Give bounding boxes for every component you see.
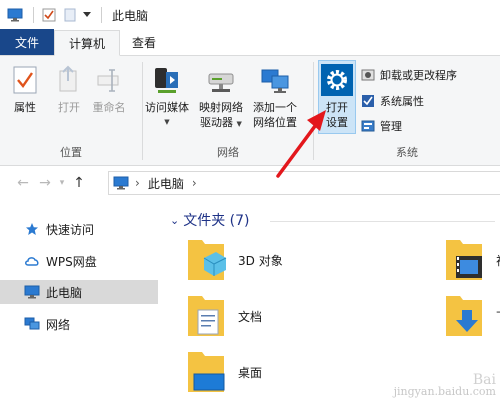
network-drive-icon xyxy=(204,62,238,98)
computer-icon xyxy=(24,284,40,300)
nav-item-label: WPS网盘 xyxy=(46,254,97,269)
properties-label: 属性 xyxy=(14,101,36,114)
uninstall-icon xyxy=(360,67,376,83)
nav-item-label: 快速访问 xyxy=(46,222,95,237)
group-system-label: 系统 xyxy=(396,146,418,159)
ribbon: 属性 打开 重命名 位置 访问媒体 ▼ 映射网络 驱动器 ▼ 添加一个 网络位置… xyxy=(0,56,500,166)
section-divider xyxy=(270,221,495,222)
system-properties-button[interactable]: 系统属性 xyxy=(360,91,424,111)
group-network: 访问媒体 ▼ 映射网络 驱动器 ▼ 添加一个 网络位置 网络 xyxy=(143,56,313,166)
properties-button[interactable]: 属性 xyxy=(8,62,42,115)
folder-label: 文档 xyxy=(238,309,263,324)
ribbon-tabs: 文件 计算机 查看 xyxy=(0,29,500,56)
open-icon xyxy=(52,62,86,98)
system-properties-label: 系统属性 xyxy=(380,95,424,108)
watermark-line2: jingyan.baidu.com xyxy=(393,385,496,398)
open-label: 打开 xyxy=(58,101,80,114)
folder-documents[interactable]: 文档 xyxy=(182,292,262,340)
add-network-location-label1: 添加一个 xyxy=(253,101,297,114)
folder-3d-objects[interactable]: 3D 对象 xyxy=(182,236,283,284)
watermark: Bai jingyan.baidu.com xyxy=(393,373,496,398)
tab-file[interactable]: 文件 xyxy=(0,29,54,55)
folder-downloads[interactable]: 下 xyxy=(440,292,500,340)
forward-arrow-icon[interactable]: → xyxy=(34,172,56,194)
add-network-location-button[interactable]: 添加一个 网络位置 xyxy=(253,62,297,130)
folders-section-header[interactable]: ⌄ 文件夹 (7) xyxy=(170,210,250,230)
folder-label: 桌面 xyxy=(238,365,263,380)
title-separator xyxy=(101,7,102,23)
folder-3d-objects-icon xyxy=(188,240,227,280)
address-row: ← → ▾ ↑ › 此电脑 › xyxy=(0,166,500,200)
rename-button[interactable]: 重命名 xyxy=(92,62,126,115)
properties-check-icon[interactable] xyxy=(40,6,58,24)
open-settings-button[interactable]: 打开 设置 xyxy=(318,60,356,134)
navigation-pane: 快速访问 WPS网盘 此电脑 网络 xyxy=(0,200,160,400)
nav-item-label: 网络 xyxy=(46,317,71,332)
address-bar[interactable]: › 此电脑 › xyxy=(108,171,500,195)
group-location: 属性 打开 重命名 位置 xyxy=(0,56,142,166)
access-media-label: 访问媒体 xyxy=(145,101,189,114)
add-network-location-label2: 网络位置 xyxy=(253,116,297,129)
computer-icon[interactable] xyxy=(6,6,24,24)
window-title: 此电脑 xyxy=(112,8,149,23)
breadcrumb-this-pc[interactable]: 此电脑 xyxy=(148,175,184,192)
nav-item-wps-drive[interactable]: WPS网盘 xyxy=(0,249,158,273)
nav-item-quick-access[interactable]: 快速访问 xyxy=(0,217,158,241)
content-area: ⌄ 文件夹 (7) 3D 对象 视 文档 xyxy=(160,200,500,400)
network-icon xyxy=(24,316,40,332)
address-computer-icon xyxy=(113,176,129,190)
uninstall-programs-button[interactable]: 卸载或更改程序 xyxy=(360,65,457,85)
open-settings-label1: 打开 xyxy=(326,101,348,114)
manage-label: 管理 xyxy=(380,120,402,133)
open-button[interactable]: 打开 xyxy=(52,62,86,115)
up-arrow-icon[interactable]: ↑ xyxy=(68,172,90,194)
uninstall-label: 卸载或更改程序 xyxy=(380,69,457,82)
folder-label: 3D 对象 xyxy=(238,253,283,268)
folder-desktop-icon xyxy=(188,352,225,392)
folder-videos-icon xyxy=(446,240,482,280)
new-folder-icon[interactable] xyxy=(61,6,79,24)
system-properties-icon xyxy=(360,93,376,109)
folder-downloads-icon xyxy=(446,296,482,336)
nav-item-network[interactable]: 网络 xyxy=(0,312,158,336)
back-arrow-icon[interactable]: ← xyxy=(12,172,34,194)
rename-icon xyxy=(92,62,126,98)
folder-videos[interactable]: 视 xyxy=(440,236,500,284)
rename-label: 重命名 xyxy=(92,101,126,114)
cloud-icon xyxy=(24,253,40,269)
open-settings-label2: 设置 xyxy=(326,116,348,129)
collapse-chevron-icon[interactable]: ⌄ xyxy=(170,214,179,227)
group-location-label: 位置 xyxy=(60,146,82,159)
folder-documents-icon xyxy=(188,296,224,336)
media-icon xyxy=(150,62,184,98)
qat-separator xyxy=(33,7,34,23)
title-bar: 此电脑 xyxy=(0,0,500,30)
folder-desktop[interactable]: 桌面 xyxy=(182,348,262,396)
folder-label: 下 xyxy=(496,308,500,325)
access-media-dropdown-icon[interactable]: ▼ xyxy=(164,115,169,130)
manage-icon xyxy=(360,118,376,134)
map-drive-dropdown-icon[interactable]: ▼ xyxy=(237,120,242,128)
group-network-label: 网络 xyxy=(217,146,239,159)
network-location-icon xyxy=(258,62,292,98)
star-icon xyxy=(24,221,40,237)
tab-view[interactable]: 查看 xyxy=(120,30,168,55)
tab-computer[interactable]: 计算机 xyxy=(54,30,121,56)
map-network-drive-label2: 驱动器 ▼ xyxy=(200,116,242,129)
nav-item-this-pc[interactable]: 此电脑 xyxy=(0,280,158,304)
breadcrumb-chevron-icon[interactable]: › xyxy=(135,176,140,190)
settings-gear-icon xyxy=(320,62,354,98)
recent-dropdown-icon[interactable]: ▾ xyxy=(56,172,68,194)
section-title: 文件夹 (7) xyxy=(183,213,250,229)
breadcrumb-chevron-icon[interactable]: › xyxy=(192,176,197,190)
map-network-drive-button[interactable]: 映射网络 驱动器 ▼ xyxy=(199,62,243,132)
access-media-button[interactable]: 访问媒体 ▼ xyxy=(145,62,189,130)
qat-dropdown-icon[interactable] xyxy=(82,6,92,24)
properties-icon xyxy=(8,62,42,98)
nav-item-label: 此电脑 xyxy=(46,285,83,300)
manage-button[interactable]: 管理 xyxy=(360,116,402,136)
map-network-drive-label1: 映射网络 xyxy=(199,101,243,114)
folder-label: 视 xyxy=(496,252,500,269)
